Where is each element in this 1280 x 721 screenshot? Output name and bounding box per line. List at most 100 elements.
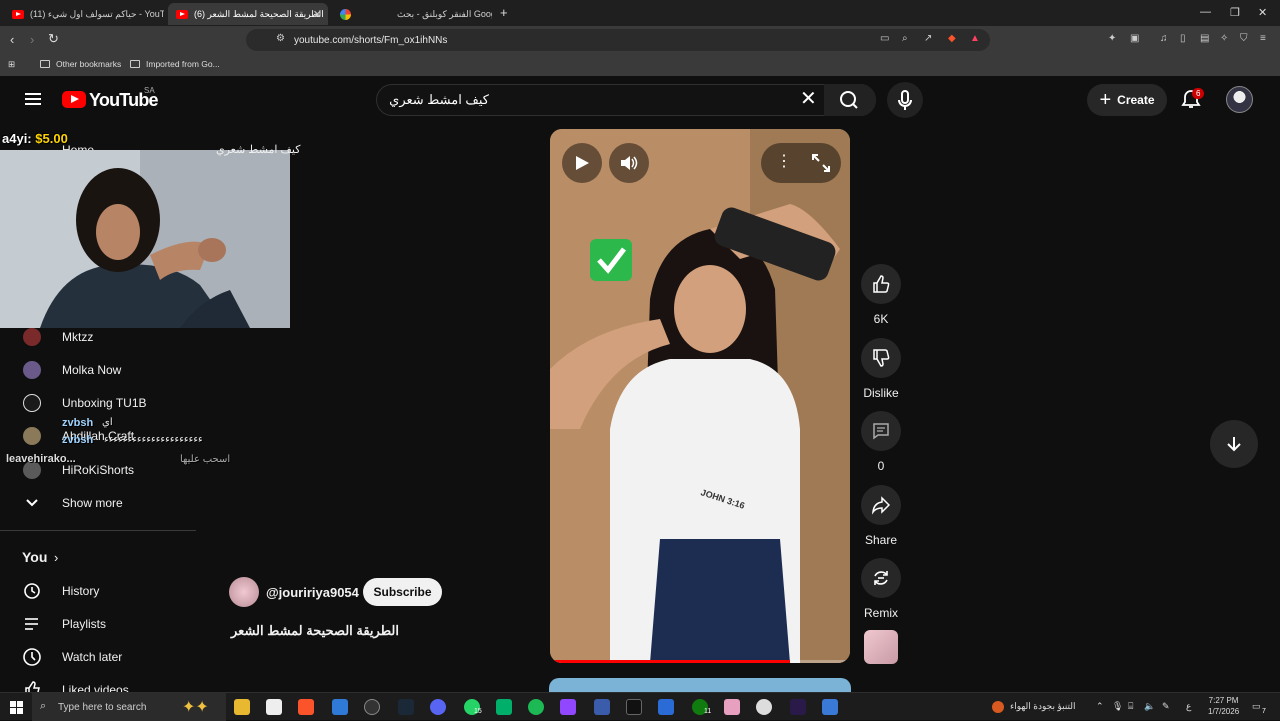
share-icon[interactable]: ↗: [924, 33, 932, 44]
sidebar-show-more[interactable]: Show more: [0, 486, 196, 520]
app-icon[interactable]: [332, 699, 348, 715]
media-icon[interactable]: ♫: [1160, 33, 1168, 44]
brave-taskbar-icon[interactable]: [298, 699, 314, 715]
play-button[interactable]: [562, 143, 602, 183]
app-icon[interactable]: [756, 699, 772, 715]
next-short-button[interactable]: [1210, 420, 1258, 468]
notification-center-icon[interactable]: ▭: [1252, 701, 1261, 712]
close-tab-icon[interactable]: ✕: [313, 8, 322, 21]
remix-action[interactable]: Remix: [861, 558, 901, 620]
sound-thumbnail[interactable]: [864, 630, 898, 664]
language-indicator[interactable]: ع: [1186, 701, 1191, 712]
obs-icon[interactable]: [364, 699, 380, 715]
cast-icon[interactable]: ▭: [880, 33, 889, 44]
tray-expand-icon[interactable]: ⌃: [1096, 701, 1104, 712]
sidebar-item-liked-videos[interactable]: Liked videos: [0, 673, 196, 692]
sidebar-sub-unboxing[interactable]: Unboxing TU1B: [0, 386, 196, 420]
network-icon[interactable]: ⌸: [1128, 701, 1133, 712]
file-explorer-icon[interactable]: [234, 699, 250, 715]
discord-icon[interactable]: [430, 699, 446, 715]
plus-icon: +: [1099, 89, 1112, 111]
app-icon[interactable]: [658, 699, 674, 715]
zoom-icon[interactable]: ⌕: [902, 33, 908, 44]
weather-icon[interactable]: [992, 701, 1004, 713]
short-video-player[interactable]: JOHN 3:16: [550, 129, 850, 663]
app-icon[interactable]: [626, 699, 642, 715]
sidebar-icon[interactable]: ▯: [1180, 33, 1186, 44]
screenshot-icon[interactable]: ▣: [1130, 33, 1139, 44]
forward-icon[interactable]: ›: [30, 32, 34, 47]
share-action[interactable]: Share: [861, 485, 901, 547]
channel-avatar[interactable]: [229, 577, 259, 607]
subscribe-button[interactable]: Subscribe: [363, 578, 442, 606]
back-icon[interactable]: ‹: [10, 32, 14, 47]
fullscreen-icon[interactable]: [812, 154, 830, 172]
spotify-icon[interactable]: [528, 699, 544, 715]
url-field[interactable]: youtube.com/shorts/Fm_ox1ihNNs: [246, 29, 990, 51]
clock[interactable]: 7:27 PM 1/7/2026: [1208, 696, 1239, 716]
search-button[interactable]: [824, 84, 876, 116]
mute-button[interactable]: [609, 143, 649, 183]
twitch-icon[interactable]: [560, 699, 576, 715]
short-title[interactable]: الطريقة الصحيحة لمشط الشعر: [231, 623, 399, 639]
steam-icon[interactable]: [398, 699, 414, 715]
site-settings-icon[interactable]: ⚙: [276, 33, 285, 44]
sidebar-item-watch-later[interactable]: Watch later: [0, 640, 196, 674]
vpn-icon[interactable]: ⛉: [1240, 33, 1248, 44]
taskbar-search[interactable]: ⌕ Type here to search ✦✦: [32, 693, 226, 721]
comments-action[interactable]: 0: [861, 411, 901, 473]
reload-icon[interactable]: ↻: [48, 31, 59, 47]
windows-start-icon[interactable]: [10, 701, 23, 714]
premiere-icon[interactable]: [790, 699, 806, 715]
share-button[interactable]: [861, 485, 901, 525]
sidebar-you-header[interactable]: You ›: [0, 540, 196, 574]
channel-handle[interactable]: @jouririya9054: [266, 585, 359, 600]
new-tab-icon[interactable]: +: [500, 5, 508, 20]
tab-youtube-1[interactable]: (11) حياكم تسولف اول شيء - YouTube: [4, 3, 164, 25]
more-options-icon[interactable]: ⋮: [776, 151, 792, 171]
remix-button[interactable]: [861, 558, 901, 598]
video-progress-bar[interactable]: [550, 660, 850, 663]
brave-shield-icon[interactable]: ◆: [948, 33, 956, 44]
remix-icon: [874, 571, 888, 585]
app-icon[interactable]: [594, 699, 610, 715]
restore-icon[interactable]: ❐: [1230, 6, 1240, 19]
leo-icon[interactable]: ✧: [1220, 33, 1228, 44]
menu-hamburger-icon[interactable]: [25, 93, 41, 105]
sidebar-item-history[interactable]: History: [0, 574, 196, 608]
comments-button[interactable]: [861, 411, 901, 451]
like-action[interactable]: 6K: [861, 264, 901, 326]
store-icon[interactable]: [266, 699, 282, 715]
apps-grid-icon[interactable]: ⊞: [8, 59, 15, 70]
youtube-logo-icon[interactable]: [62, 91, 86, 108]
pen-icon[interactable]: ✎: [1162, 701, 1170, 712]
extensions-icon[interactable]: ✦: [1108, 33, 1116, 44]
create-button[interactable]: + Create: [1087, 84, 1167, 116]
weather-text[interactable]: التنبؤ بجودة الهواء: [1010, 701, 1076, 712]
account-avatar[interactable]: [1226, 86, 1253, 113]
mic-tray-icon[interactable]: 🎙: [1112, 701, 1123, 712]
voice-search-button[interactable]: [887, 82, 923, 118]
dislike-action[interactable]: Dislike: [861, 338, 901, 400]
like-button[interactable]: [861, 264, 901, 304]
minimize-icon[interactable]: —: [1200, 6, 1211, 18]
windows-taskbar: ⌕ Type here to search ✦✦ 15 11 التنبؤ بج…: [0, 692, 1280, 721]
app-icon[interactable]: [822, 699, 838, 715]
volume-tray-icon[interactable]: 🔈: [1144, 701, 1155, 712]
sidebar-sub-molka-now[interactable]: Molka Now: [0, 353, 196, 387]
clear-search-icon[interactable]: ✕: [800, 89, 817, 109]
wallet-icon[interactable]: ▤: [1200, 33, 1209, 44]
sidebar-item-playlists[interactable]: Playlists: [0, 607, 196, 641]
app-icon[interactable]: [724, 699, 740, 715]
dislike-button[interactable]: [861, 338, 901, 378]
close-window-icon[interactable]: ✕: [1258, 6, 1267, 19]
tab-google[interactable]: الفنقر كوبلنق - بحث Google: [332, 3, 492, 25]
search-input[interactable]: كيف امشط شعري: [389, 85, 489, 115]
bookmark-folder-other[interactable]: Other bookmarks: [40, 59, 121, 69]
app-icon[interactable]: [496, 699, 512, 715]
share-label: Share: [864, 533, 898, 547]
tab-youtube-active[interactable]: (6) الطريقة الصحيحة لمشط الشعر ✕: [168, 3, 328, 25]
menu-icon[interactable]: ≡: [1260, 33, 1266, 44]
brave-rewards-icon[interactable]: ▲: [970, 33, 980, 44]
bookmark-folder-imported[interactable]: Imported from Go...: [130, 59, 220, 69]
